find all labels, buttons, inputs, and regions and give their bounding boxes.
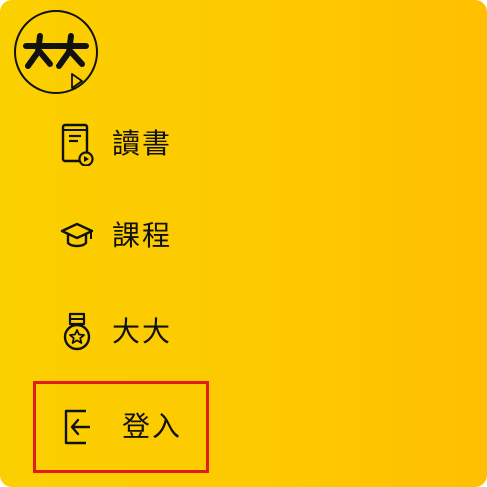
app-logo[interactable]: 大大 (14, 10, 98, 94)
menu-item-label: 大大 (112, 315, 173, 348)
menu-item-login[interactable]: 登入 (60, 401, 220, 453)
graduation-cap-icon (60, 216, 94, 256)
logo-mark-icon (23, 33, 89, 89)
menu-item-label: 讀書 (112, 127, 173, 160)
menu-item-dada[interactable]: 大大 (60, 306, 220, 358)
side-menu-panel: 大大 (0, 0, 487, 487)
menu-item-label: 課程 (112, 219, 173, 252)
book-play-icon (60, 123, 94, 166)
menu-item-course[interactable]: 課程 (60, 210, 220, 262)
medal-star-icon (60, 312, 94, 352)
menu-item-read[interactable]: 讀書 (60, 118, 220, 170)
login-icon (60, 407, 94, 447)
menu-item-label: 登入 (122, 410, 183, 443)
